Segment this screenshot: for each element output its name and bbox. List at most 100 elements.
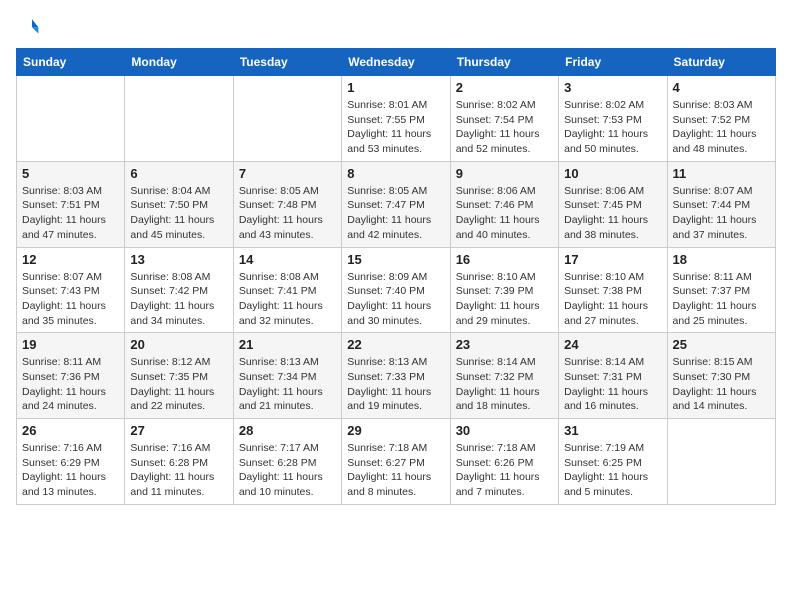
day-info: Sunrise: 8:08 AM Sunset: 7:42 PM Dayligh… [130, 270, 227, 329]
calendar-cell: 9 Sunrise: 8:06 AM Sunset: 7:46 PM Daylig… [450, 161, 558, 247]
calendar-cell: 26 Sunrise: 7:16 AM Sunset: 6:29 PM Dayli… [17, 419, 125, 505]
calendar-cell: 5 Sunrise: 8:03 AM Sunset: 7:51 PM Daylig… [17, 161, 125, 247]
calendar-cell: 23 Sunrise: 8:14 AM Sunset: 7:32 PM Dayli… [450, 333, 558, 419]
day-number: 31 [564, 423, 661, 438]
week-row-2: 5 Sunrise: 8:03 AM Sunset: 7:51 PM Daylig… [17, 161, 776, 247]
day-info: Sunrise: 8:03 AM Sunset: 7:52 PM Dayligh… [673, 98, 770, 157]
day-number: 8 [347, 166, 444, 181]
day-info: Sunrise: 8:14 AM Sunset: 7:31 PM Dayligh… [564, 355, 661, 414]
day-info: Sunrise: 8:13 AM Sunset: 7:33 PM Dayligh… [347, 355, 444, 414]
calendar-cell: 7Sunrise: 8:05 AM Sunset: 7:48 PM Daylig… [233, 161, 341, 247]
day-info: Sunrise: 8:01 AM Sunset: 7:55 PM Dayligh… [347, 98, 444, 157]
calendar-header: SundayMondayTuesdayWednesdayThursdayFrid… [17, 49, 776, 76]
day-info: Sunrise: 8:13 AM Sunset: 7:34 PM Dayligh… [239, 355, 336, 414]
calendar-cell [233, 76, 341, 162]
weekday-header-tuesday: Tuesday [233, 49, 341, 76]
day-number: 3 [564, 80, 661, 95]
calendar-cell: 1 Sunrise: 8:01 AM Sunset: 7:55 PM Daylig… [342, 76, 450, 162]
week-row-4: 19 Sunrise: 8:11 AM Sunset: 7:36 PM Dayli… [17, 333, 776, 419]
day-number: 22 [347, 337, 444, 352]
day-info: Sunrise: 8:07 AM Sunset: 7:44 PM Dayligh… [673, 184, 770, 243]
calendar-cell: 29 Sunrise: 7:18 AM Sunset: 6:27 PM Dayli… [342, 419, 450, 505]
day-number: 19 [22, 337, 119, 352]
day-number: 15 [347, 252, 444, 267]
day-number: 16 [456, 252, 553, 267]
calendar-cell: 16Sunrise: 8:10 AM Sunset: 7:39 PM Dayli… [450, 247, 558, 333]
calendar-cell: 31Sunrise: 7:19 AM Sunset: 6:25 PM Dayli… [559, 419, 667, 505]
day-info: Sunrise: 8:03 AM Sunset: 7:51 PM Dayligh… [22, 184, 119, 243]
day-number: 6 [130, 166, 227, 181]
day-number: 18 [673, 252, 770, 267]
day-info: Sunrise: 8:05 AM Sunset: 7:47 PM Dayligh… [347, 184, 444, 243]
calendar-cell: 8 Sunrise: 8:05 AM Sunset: 7:47 PM Daylig… [342, 161, 450, 247]
calendar-cell: 19 Sunrise: 8:11 AM Sunset: 7:36 PM Dayli… [17, 333, 125, 419]
day-info: Sunrise: 8:10 AM Sunset: 7:38 PM Dayligh… [564, 270, 661, 329]
calendar-cell: 10Sunrise: 8:06 AM Sunset: 7:45 PM Dayli… [559, 161, 667, 247]
calendar-body: 1 Sunrise: 8:01 AM Sunset: 7:55 PM Daylig… [17, 76, 776, 505]
calendar-cell [667, 419, 775, 505]
calendar-cell: 15 Sunrise: 8:09 AM Sunset: 7:40 PM Dayli… [342, 247, 450, 333]
weekday-header-monday: Monday [125, 49, 233, 76]
calendar-cell: 11 Sunrise: 8:07 AM Sunset: 7:44 PM Dayli… [667, 161, 775, 247]
day-number: 28 [239, 423, 336, 438]
day-number: 20 [130, 337, 227, 352]
day-info: Sunrise: 8:06 AM Sunset: 7:46 PM Dayligh… [456, 184, 553, 243]
weekday-header-saturday: Saturday [667, 49, 775, 76]
week-row-3: 12Sunrise: 8:07 AM Sunset: 7:43 PM Dayli… [17, 247, 776, 333]
day-number: 1 [347, 80, 444, 95]
calendar-cell: 18 Sunrise: 8:11 AM Sunset: 7:37 PM Dayli… [667, 247, 775, 333]
calendar-cell: 13 Sunrise: 8:08 AM Sunset: 7:42 PM Dayli… [125, 247, 233, 333]
weekday-header-wednesday: Wednesday [342, 49, 450, 76]
day-info: Sunrise: 8:09 AM Sunset: 7:40 PM Dayligh… [347, 270, 444, 329]
day-number: 7 [239, 166, 336, 181]
weekday-header-sunday: Sunday [17, 49, 125, 76]
calendar-cell: 6 Sunrise: 8:04 AM Sunset: 7:50 PM Daylig… [125, 161, 233, 247]
day-number: 17 [564, 252, 661, 267]
day-number: 29 [347, 423, 444, 438]
day-number: 14 [239, 252, 336, 267]
calendar-cell: 28 Sunrise: 7:17 AM Sunset: 6:28 PM Dayli… [233, 419, 341, 505]
day-number: 23 [456, 337, 553, 352]
day-info: Sunrise: 8:07 AM Sunset: 7:43 PM Dayligh… [22, 270, 119, 329]
day-info: Sunrise: 8:04 AM Sunset: 7:50 PM Dayligh… [130, 184, 227, 243]
day-info: Sunrise: 7:18 AM Sunset: 6:27 PM Dayligh… [347, 441, 444, 500]
day-number: 5 [22, 166, 119, 181]
day-info: Sunrise: 8:08 AM Sunset: 7:41 PM Dayligh… [239, 270, 336, 329]
day-info: Sunrise: 8:15 AM Sunset: 7:30 PM Dayligh… [673, 355, 770, 414]
day-info: Sunrise: 8:11 AM Sunset: 7:37 PM Dayligh… [673, 270, 770, 329]
page-header [16, 16, 776, 40]
calendar-table: SundayMondayTuesdayWednesdayThursdayFrid… [16, 48, 776, 505]
day-info: Sunrise: 8:11 AM Sunset: 7:36 PM Dayligh… [22, 355, 119, 414]
calendar-cell: 21 Sunrise: 8:13 AM Sunset: 7:34 PM Dayli… [233, 333, 341, 419]
day-info: Sunrise: 7:17 AM Sunset: 6:28 PM Dayligh… [239, 441, 336, 500]
logo [16, 16, 42, 40]
day-number: 25 [673, 337, 770, 352]
day-info: Sunrise: 8:02 AM Sunset: 7:53 PM Dayligh… [564, 98, 661, 157]
calendar-cell: 4 Sunrise: 8:03 AM Sunset: 7:52 PM Daylig… [667, 76, 775, 162]
day-number: 9 [456, 166, 553, 181]
day-number: 27 [130, 423, 227, 438]
day-info: Sunrise: 8:02 AM Sunset: 7:54 PM Dayligh… [456, 98, 553, 157]
calendar-cell: 17 Sunrise: 8:10 AM Sunset: 7:38 PM Dayli… [559, 247, 667, 333]
week-row-1: 1 Sunrise: 8:01 AM Sunset: 7:55 PM Daylig… [17, 76, 776, 162]
day-number: 4 [673, 80, 770, 95]
calendar-cell: 2 Sunrise: 8:02 AM Sunset: 7:54 PM Daylig… [450, 76, 558, 162]
day-number: 21 [239, 337, 336, 352]
day-info: Sunrise: 7:16 AM Sunset: 6:29 PM Dayligh… [22, 441, 119, 500]
calendar-cell [125, 76, 233, 162]
day-number: 13 [130, 252, 227, 267]
day-number: 26 [22, 423, 119, 438]
calendar-cell: 14 Sunrise: 8:08 AM Sunset: 7:41 PM Dayli… [233, 247, 341, 333]
day-number: 2 [456, 80, 553, 95]
calendar-cell: 20Sunrise: 8:12 AM Sunset: 7:35 PM Dayli… [125, 333, 233, 419]
logo-icon [16, 16, 40, 40]
weekday-header-row: SundayMondayTuesdayWednesdayThursdayFrid… [17, 49, 776, 76]
calendar-cell: 3 Sunrise: 8:02 AM Sunset: 7:53 PM Daylig… [559, 76, 667, 162]
day-info: Sunrise: 8:06 AM Sunset: 7:45 PM Dayligh… [564, 184, 661, 243]
day-info: Sunrise: 8:14 AM Sunset: 7:32 PM Dayligh… [456, 355, 553, 414]
day-number: 11 [673, 166, 770, 181]
week-row-5: 26 Sunrise: 7:16 AM Sunset: 6:29 PM Dayli… [17, 419, 776, 505]
calendar-cell: 12Sunrise: 8:07 AM Sunset: 7:43 PM Dayli… [17, 247, 125, 333]
day-number: 30 [456, 423, 553, 438]
calendar-cell [17, 76, 125, 162]
